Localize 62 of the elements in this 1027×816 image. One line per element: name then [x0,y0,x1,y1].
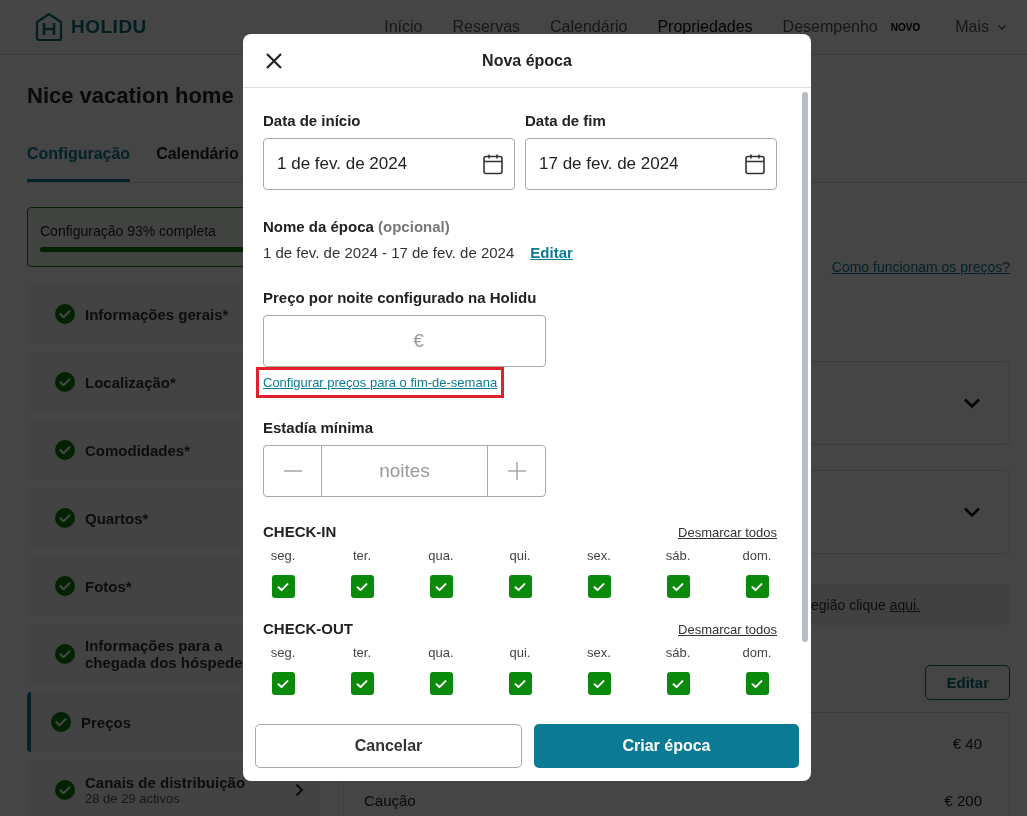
field-label: Estadía mínima [263,419,375,436]
day-label: sex. [587,548,611,563]
day-label: qui. [509,548,531,563]
minus-icon [282,470,303,472]
field-label: Preço por noite configurado na Holidu [263,289,538,306]
season-name: 1 de fev. de 2024 - 17 de fev. de 2024 [263,244,515,261]
day-checkbox[interactable] [745,672,769,695]
day-label: ter. [352,645,372,660]
day-label: sex. [587,645,611,660]
weekend-prices-link[interactable]: Configurar preços para o fim-de-semana [259,370,502,395]
day-checkbox[interactable] [508,575,532,598]
day-checkbox[interactable] [587,575,611,598]
day-checkbox[interactable] [666,672,690,695]
row-value: € 40 [952,735,982,752]
day-label: sáb. [665,548,691,563]
day-checkbox[interactable] [271,575,295,598]
day-label: sáb. [665,645,691,660]
day-checkbox[interactable] [745,575,769,598]
field-label: Nome da época (opcional) [263,218,451,235]
day-checkbox[interactable] [429,672,453,695]
day-checkbox[interactable] [429,575,453,598]
section-title: CHECK-OUT [263,620,353,637]
create-button[interactable]: Criar época [534,724,799,768]
clear-all-link[interactable]: Desmarcar todos [678,525,777,540]
help-link[interactable]: Como funcionam os preços? [831,259,1010,275]
price-field[interactable]: € [263,315,546,367]
tab[interactable]: Calendário [156,145,239,182]
nights-field[interactable]: noites [321,446,488,496]
cancel-button[interactable]: Cancelar [255,724,522,768]
row-value: € 200 [944,792,982,809]
date-field[interactable]: 1 de fev. de 2024 [263,138,515,190]
calendar-icon[interactable] [482,153,504,175]
calendar-icon[interactable] [744,153,766,175]
dialog-title: Nova época [482,51,572,70]
edit-link[interactable]: Editar [530,244,573,261]
day-checkbox[interactable] [666,575,690,598]
day-label: ter. [352,548,372,563]
day-checkbox[interactable] [271,672,295,695]
clear-all-link[interactable]: Desmarcar todos [678,622,777,637]
field-label: Data de início [263,112,362,129]
day-label: seg. [270,548,296,563]
section-title: CHECK-IN [263,523,337,540]
day-checkbox[interactable] [587,672,611,695]
day-checkbox[interactable] [508,672,532,695]
day-label: seg. [270,645,296,660]
scrollbar[interactable] [802,92,808,642]
page-title: Nice vacation home [27,83,235,109]
day-label: qui. [509,645,531,660]
row-label: Caução [364,792,416,809]
day-label: qua. [428,548,454,563]
progress-label: Configuração 93% completa [40,223,216,239]
date-field[interactable]: 17 de fev. de 2024 [525,138,777,190]
day-label: dom. [742,548,772,563]
day-checkbox[interactable] [350,672,374,695]
logo-text: HOLIDU [71,16,147,38]
nav-link[interactable]: Propriedades [657,18,753,36]
min-stay-stepper[interactable]: noites [263,445,546,497]
plus-icon [506,461,527,481]
day-label: qua. [428,645,454,660]
day-checkbox[interactable] [350,575,374,598]
day-label: dom. [742,645,772,660]
field-label: Data de fim [525,112,607,129]
